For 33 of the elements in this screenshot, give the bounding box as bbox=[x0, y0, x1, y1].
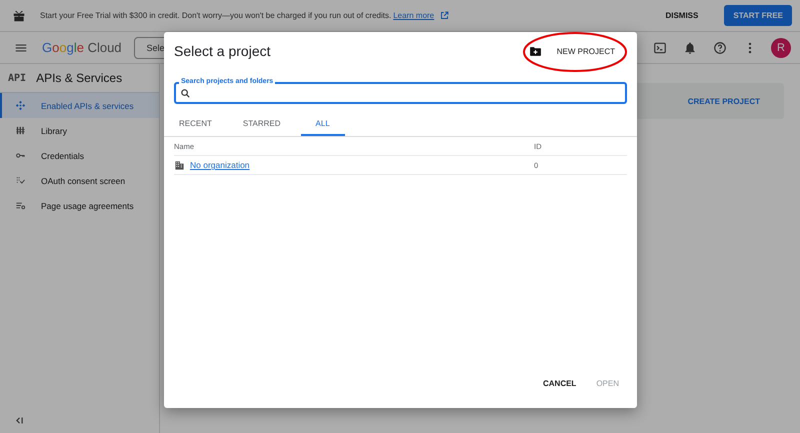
external-link-icon bbox=[440, 11, 450, 20]
checklist-icon bbox=[15, 175, 26, 186]
google-cloud-logo[interactable]: Google Cloud bbox=[42, 40, 122, 55]
dialog-title: Select a project bbox=[174, 43, 270, 59]
building-icon bbox=[174, 160, 185, 170]
bell-icon bbox=[683, 40, 697, 54]
sidebar-item[interactable]: Library bbox=[0, 118, 159, 143]
section-title: APIs & Services bbox=[36, 71, 122, 85]
help-icon bbox=[713, 40, 727, 54]
sidebar-item[interactable]: Enabled APIs & services bbox=[0, 93, 159, 118]
library-icon bbox=[15, 125, 26, 136]
banner-message: Start your Free Trial with $300 in credit. Don't worry—you won't be charged if you run out of credits. bbox=[40, 11, 392, 20]
api-logo: API bbox=[8, 72, 26, 84]
tab[interactable]: ALL bbox=[300, 113, 345, 136]
avatar[interactable]: R bbox=[771, 38, 791, 58]
cancel-button[interactable]: CANCEL bbox=[534, 374, 584, 393]
learn-more-link[interactable]: Learn more bbox=[393, 11, 434, 20]
list-icon bbox=[15, 200, 26, 211]
gift-icon bbox=[12, 8, 26, 22]
collapse-icon[interactable] bbox=[15, 416, 24, 425]
create-project-button[interactable]: CREATE PROJECT bbox=[682, 96, 766, 106]
sidebar-item[interactable]: Credentials bbox=[0, 143, 159, 168]
diamond-icon bbox=[15, 100, 26, 111]
dismiss-button[interactable]: DISMISS bbox=[659, 10, 704, 21]
organization-link[interactable]: No organization bbox=[190, 160, 250, 170]
terminal-icon bbox=[653, 40, 667, 54]
sidebar-item[interactable]: Page usage agreements bbox=[0, 193, 159, 218]
search-icon bbox=[180, 88, 191, 98]
tab[interactable]: STARRED bbox=[232, 113, 292, 136]
tab[interactable]: RECENT bbox=[168, 113, 223, 136]
sidebar-item[interactable]: OAuth consent screen bbox=[0, 168, 159, 193]
folder-plus-icon bbox=[528, 44, 542, 58]
start-free-button[interactable]: START FREE bbox=[724, 5, 792, 26]
